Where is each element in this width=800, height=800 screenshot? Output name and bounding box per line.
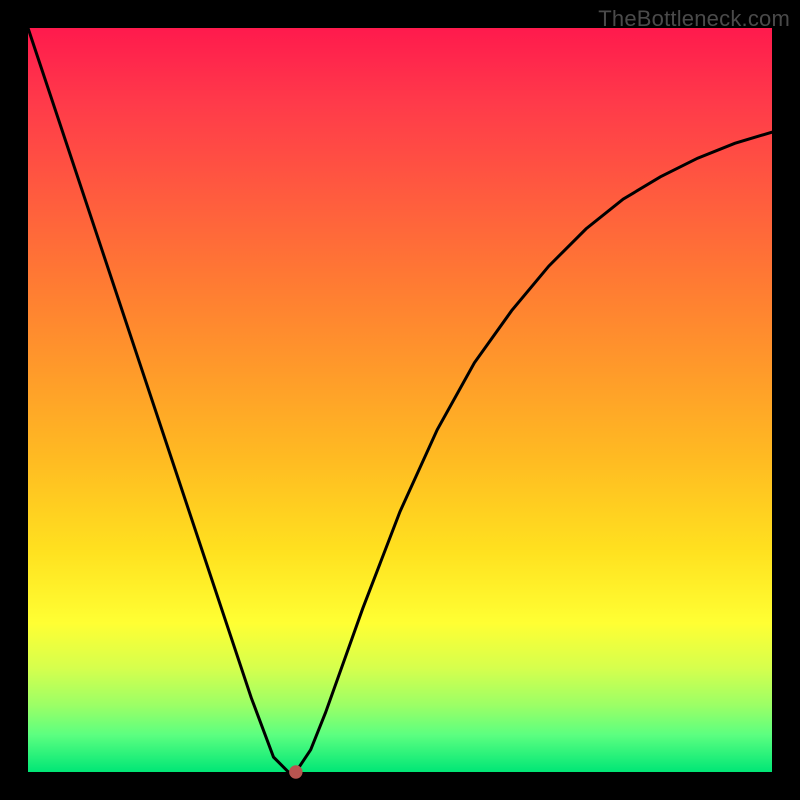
chart-frame: TheBottleneck.com [0, 0, 800, 800]
bottleneck-curve [28, 28, 772, 772]
min-marker [289, 765, 302, 778]
chart-svg [28, 28, 772, 772]
plot-area [28, 28, 772, 772]
